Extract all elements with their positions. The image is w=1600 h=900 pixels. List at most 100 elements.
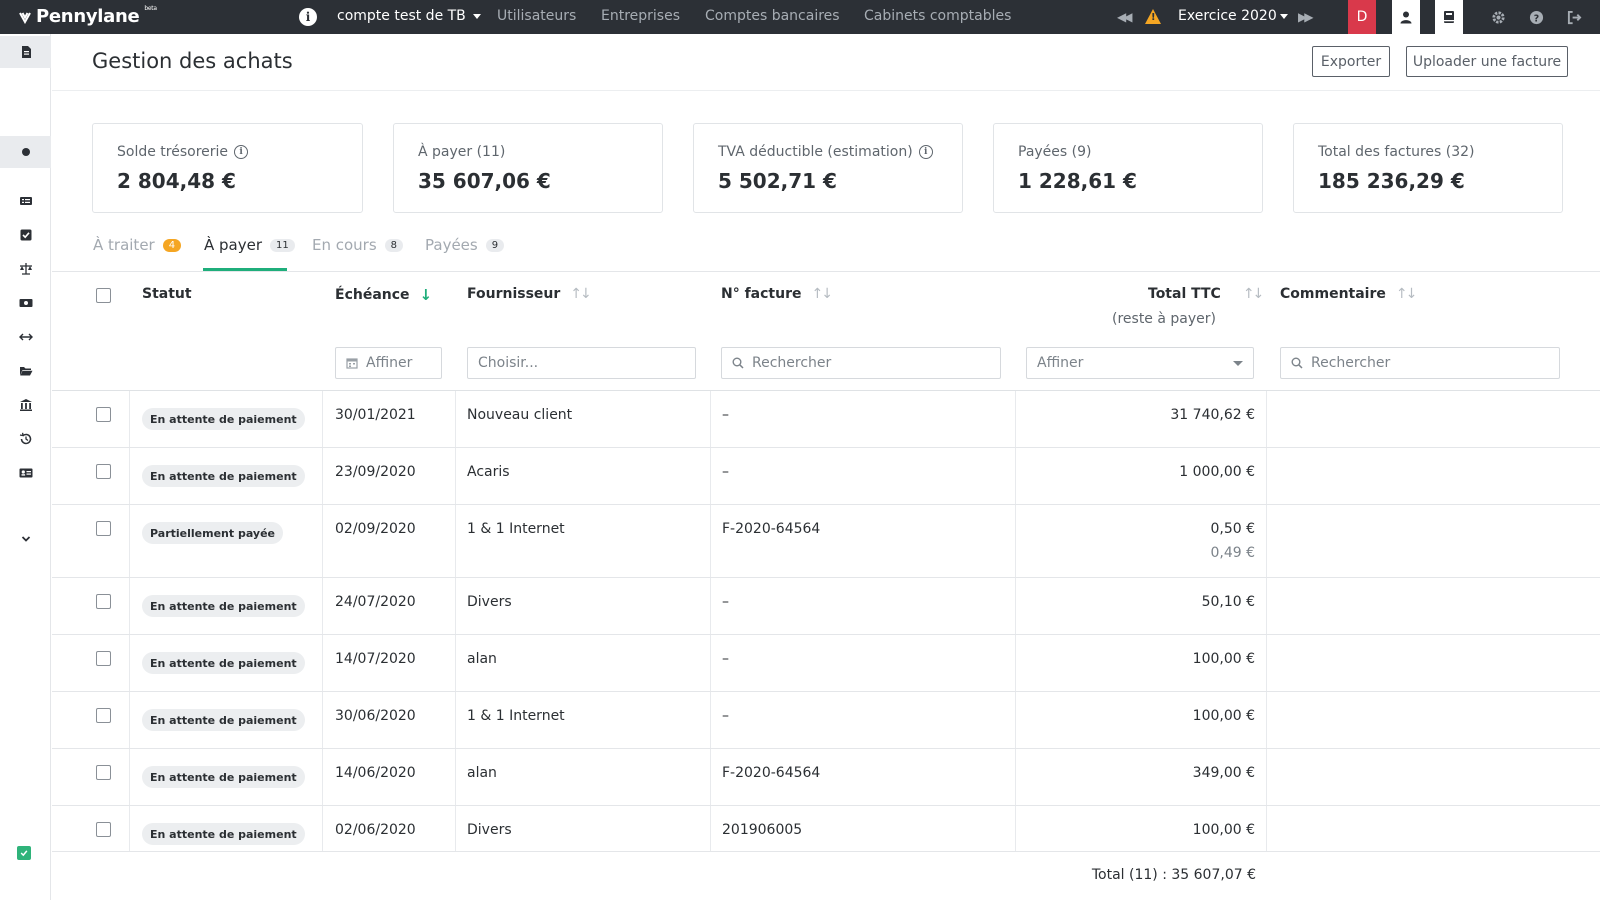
book-icon[interactable] <box>1435 0 1463 34</box>
invoice-number: – <box>722 708 729 724</box>
supplier-name: alan <box>467 765 497 781</box>
sidebar-expand[interactable] <box>0 523 51 555</box>
card-label: Total des factures (32) <box>1318 144 1475 160</box>
column-divider <box>322 635 323 691</box>
table-row[interactable]: En attente de paiement 30/06/2020 1 & 1 In… <box>52 692 1600 749</box>
tab-payees[interactable]: Payées 9 <box>425 236 505 254</box>
upload-invoice-button[interactable]: Uploader une facture <box>1406 46 1568 77</box>
info-icon[interactable]: i <box>918 145 933 159</box>
row-checkbox[interactable] <box>96 708 111 723</box>
column-label: N° facture <box>721 286 802 302</box>
balance-scale-icon <box>19 263 32 275</box>
help-icon[interactable]: ? <box>1528 9 1544 25</box>
table-row[interactable]: En attente de paiement 02/06/2020 Divers 20… <box>52 806 1600 852</box>
table-row[interactable]: En attente de paiement 14/06/2020 alan F-20… <box>52 749 1600 806</box>
sort-icon[interactable]: ↑↓ <box>570 286 592 302</box>
column-divider <box>1266 692 1267 748</box>
sidebar-item-dot[interactable] <box>0 136 51 168</box>
select-all-checkbox[interactable] <box>96 288 111 303</box>
next-exercice-icon[interactable]: ▶▶ <box>1298 10 1314 24</box>
info-icon[interactable]: i <box>299 8 317 26</box>
sidebar-item-invoices[interactable] <box>0 185 51 217</box>
exercice-selector[interactable]: Exercice 2020 <box>1178 8 1288 24</box>
tab-a-payer[interactable]: À payer 11 <box>204 236 295 254</box>
column-header-invoice[interactable]: N° facture ↑↓ <box>721 286 834 302</box>
sidebar-item-folders[interactable] <box>0 355 51 387</box>
sidebar-item-bank[interactable] <box>0 389 51 421</box>
column-header-total[interactable]: Total TTC ↑↓ <box>1148 286 1265 302</box>
card-value: 35 607,06 € <box>418 169 551 193</box>
row-checkbox[interactable] <box>96 822 111 837</box>
sidebar-item-balance[interactable] <box>0 253 51 285</box>
search-icon <box>732 357 744 369</box>
account-selector[interactable]: compte test de TB <box>337 8 481 24</box>
filter-placeholder: Rechercher <box>752 355 832 371</box>
status-badge: En attente de paiement <box>142 595 305 617</box>
column-divider <box>1015 578 1016 634</box>
column-divider <box>1266 806 1267 851</box>
info-icon[interactable]: i <box>234 145 249 159</box>
user-avatar[interactable]: D <box>1348 0 1376 34</box>
row-checkbox[interactable] <box>96 464 111 479</box>
previous-exercice-icon[interactable]: ◀◀ <box>1117 10 1133 24</box>
column-subheader-remaining: (reste à payer) <box>1112 311 1216 327</box>
supplier-filter[interactable]: Choisir... <box>467 347 696 379</box>
column-divider <box>455 749 456 805</box>
invoice-search-input[interactable]: Rechercher <box>721 347 1001 379</box>
sort-icon[interactable]: ↑↓ <box>1396 286 1418 302</box>
tab-count-badge: 11 <box>270 238 295 252</box>
filter-placeholder: Affiner <box>366 355 413 371</box>
sidebar-item-contacts[interactable] <box>0 457 51 489</box>
sort-icon[interactable]: ↑↓ <box>812 286 834 302</box>
row-checkbox[interactable] <box>96 407 111 422</box>
tab-en-cours[interactable]: En cours 8 <box>312 236 404 254</box>
tab-a-traiter[interactable]: À traiter 4 <box>93 236 182 254</box>
sort-icon[interactable]: ↑↓ <box>1243 286 1265 302</box>
nav-utilisateurs[interactable]: Utilisateurs <box>497 8 576 24</box>
card-total-factures: Total des factures (32) 185 236,29 € <box>1293 123 1563 213</box>
document-icon <box>21 46 31 58</box>
row-checkbox[interactable] <box>96 765 111 780</box>
brand-logo[interactable]: Pennylane beta <box>18 5 157 27</box>
brand-name: Pennylane <box>36 6 140 27</box>
column-header-comment[interactable]: Commentaire ↑↓ <box>1280 286 1418 302</box>
sidebar-item-transfers[interactable] <box>0 321 51 353</box>
sidebar-item-payments[interactable] <box>0 287 51 319</box>
status-badge: En attente de paiement <box>142 408 305 430</box>
status-badge: En attente de paiement <box>142 766 305 788</box>
row-checkbox[interactable] <box>96 651 111 666</box>
table-row[interactable]: Partiellement payée 02/09/2020 1 & 1 Inter… <box>52 505 1600 578</box>
gear-icon[interactable] <box>1490 9 1506 25</box>
total-filter-select[interactable]: Affiner <box>1026 347 1254 379</box>
sidebar-item-documents[interactable] <box>0 36 51 68</box>
sidebar-item-tasks[interactable] <box>0 219 51 251</box>
table-row[interactable]: En attente de paiement 30/01/2021 Nouveau … <box>52 391 1600 448</box>
supplier-name: Divers <box>467 594 512 610</box>
table-row[interactable]: En attente de paiement 23/09/2020 Acaris – 1… <box>52 448 1600 505</box>
card-label-wrap: Total des factures (32) <box>1318 144 1475 160</box>
export-button[interactable]: Exporter <box>1312 46 1390 77</box>
invoice-number: F-2020-64564 <box>722 765 821 781</box>
column-header-due[interactable]: Échéance ↓ <box>335 286 432 304</box>
row-checkbox[interactable] <box>96 521 111 536</box>
comment-search-input[interactable]: Rechercher <box>1280 347 1560 379</box>
page-title: Gestion des achats <box>92 49 293 73</box>
column-header-supplier[interactable]: Fournisseur ↑↓ <box>467 286 592 302</box>
nav-entreprises[interactable]: Entreprises <box>601 8 680 24</box>
status-badge: En attente de paiement <box>142 823 305 845</box>
sort-descending-icon[interactable]: ↓ <box>420 286 433 304</box>
table-row[interactable]: En attente de paiement 24/07/2020 Divers – 5… <box>52 578 1600 635</box>
status-check-icon[interactable] <box>17 846 31 860</box>
user-icon[interactable] <box>1392 0 1420 34</box>
due-date-filter[interactable]: Affiner <box>335 347 442 379</box>
column-divider <box>1266 448 1267 504</box>
column-divider <box>710 806 711 851</box>
nav-cabinets-comptables[interactable]: Cabinets comptables <box>864 8 1011 24</box>
table-row[interactable]: En attente de paiement 14/07/2020 alan – 100… <box>52 635 1600 692</box>
column-label: Fournisseur <box>467 286 561 302</box>
sidebar-item-history[interactable] <box>0 423 51 455</box>
logout-icon[interactable] <box>1566 9 1582 25</box>
nav-comptes-bancaires[interactable]: Comptes bancaires <box>705 8 840 24</box>
warning-icon[interactable]: ! <box>1145 9 1161 24</box>
row-checkbox[interactable] <box>96 594 111 609</box>
